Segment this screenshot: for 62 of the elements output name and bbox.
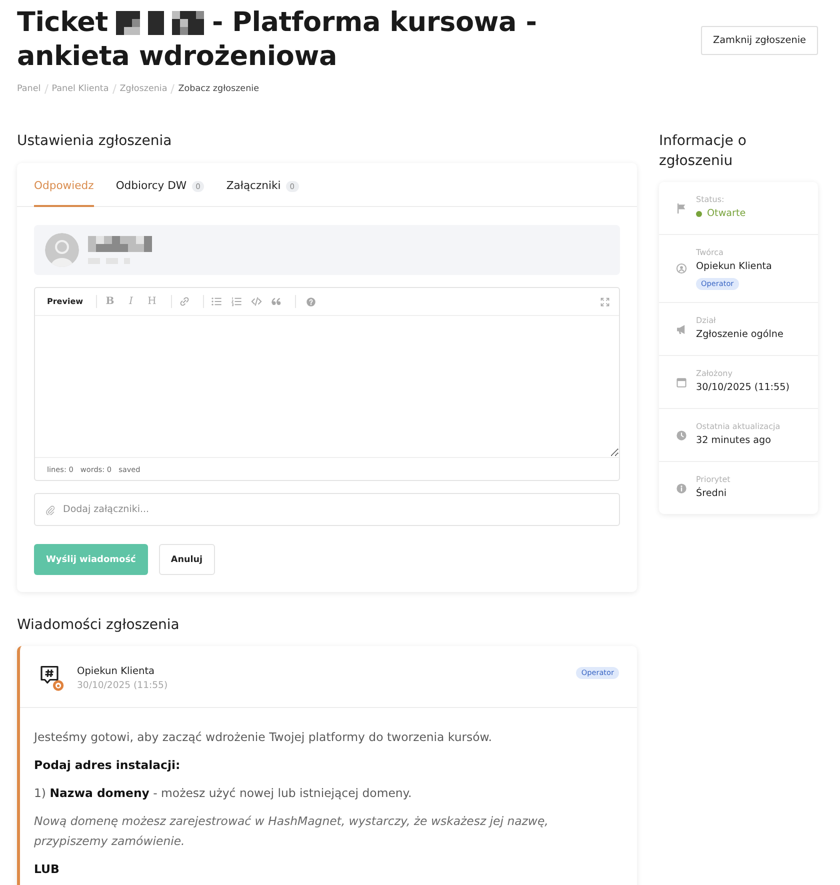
message-text: Podaj adres instalacji:: [34, 757, 182, 774]
message-text: LUB: [34, 861, 60, 878]
message-date: 30/10/2025 (11:55): [77, 679, 168, 693]
user-circle-icon: [676, 263, 687, 274]
format-button[interactable]: H: [146, 294, 158, 308]
page-title: Ticket: [17, 6, 108, 40]
format-button[interactable]: B: [104, 294, 116, 308]
flag-icon: [676, 202, 687, 214]
numbered-list-icon: [231, 296, 242, 307]
bulleted-list-icon: [211, 296, 222, 307]
breadcrumb-link[interactable]: Panel Klienta: [52, 82, 109, 96]
section-heading: Ustawienia zgłoszenia: [17, 132, 173, 151]
quote-button[interactable]: [271, 296, 282, 307]
megaphone-icon: [676, 324, 687, 334]
message-text: 1) Nazwa domeny - możesz użyć nowej lub istniejącej domeny.: [34, 785, 413, 802]
info-icon: [676, 482, 687, 494]
quote-icon: [271, 296, 282, 307]
send-message-button[interactable]: Wyślij wiadomość: [34, 544, 148, 575]
link-button[interactable]: [179, 296, 190, 307]
info-label: Ostatnia aktualizacja: [696, 421, 780, 433]
info-label: Status:: [696, 194, 724, 206]
numbered-list-button[interactable]: [231, 296, 242, 307]
message-text: Nową domenę możesz zarejestrować w HashMagnet, wystarczy, że wskażesz jej nazwę, przypiszemy zamówienie.: [34, 813, 550, 850]
info-value: Średni: [696, 486, 727, 501]
paperclip-icon: [45, 504, 55, 514]
tab[interactable]: Odpowiedz: [34, 163, 94, 207]
code-icon: [251, 296, 262, 307]
close-ticket-button[interactable]: Zamknij zgłoszenie: [700, 26, 818, 55]
page-title: - Platforma kursowa -: [212, 6, 537, 40]
info-value: Zgłoszenie ogólne: [696, 328, 784, 342]
message-text: Jesteśmy gotowi, aby zacząć wdrożenie Twojej platformy do tworzenia kursów.: [34, 729, 493, 746]
cancel-button[interactable]: Anuluj: [158, 544, 215, 575]
info-value: 32 minutes ago: [696, 434, 771, 448]
breadcrumb-link[interactable]: Zgłoszenia: [120, 82, 168, 96]
info-value: Otwarte: [707, 207, 746, 221]
fullscreen-icon: [600, 296, 610, 306]
info-value: Opiekun Klienta: [696, 260, 772, 274]
preview-button[interactable]: Preview: [47, 297, 84, 306]
message-author: Opiekun Klienta: [77, 665, 155, 679]
section-heading: Informacje o zgłoszeniu: [659, 132, 748, 171]
link-icon: [179, 296, 190, 307]
help-button[interactable]: [306, 296, 316, 306]
code-button[interactable]: [251, 296, 262, 307]
info-value: 30/10/2025 (11:55): [696, 381, 790, 395]
section-heading: Wiadomości zgłoszenia: [17, 616, 180, 635]
breadcrumb-link[interactable]: Panel: [17, 82, 41, 96]
fullscreen-button[interactable]: [600, 296, 610, 306]
breadcrumb-link[interactable]: Zobacz zgłoszenie: [178, 82, 260, 96]
clock-icon: [676, 430, 687, 440]
calendar-icon: [676, 376, 687, 388]
info-label: Założony: [696, 368, 732, 380]
attachment-field[interactable]: Dodaj załączniki...: [34, 493, 620, 526]
info-label: Dział: [696, 315, 716, 327]
help-icon: [306, 296, 316, 306]
info-label: Twórca: [696, 247, 724, 259]
format-button[interactable]: I: [125, 294, 138, 308]
hash-chat-bubble-icon: [40, 665, 64, 692]
bulleted-list-button[interactable]: [211, 296, 222, 307]
pixelated-block: [88, 236, 152, 252]
page-title: ankieta wdrożeniowa: [17, 40, 338, 74]
avatar-icon: [45, 233, 79, 267]
info-label: Priorytet: [696, 474, 730, 486]
